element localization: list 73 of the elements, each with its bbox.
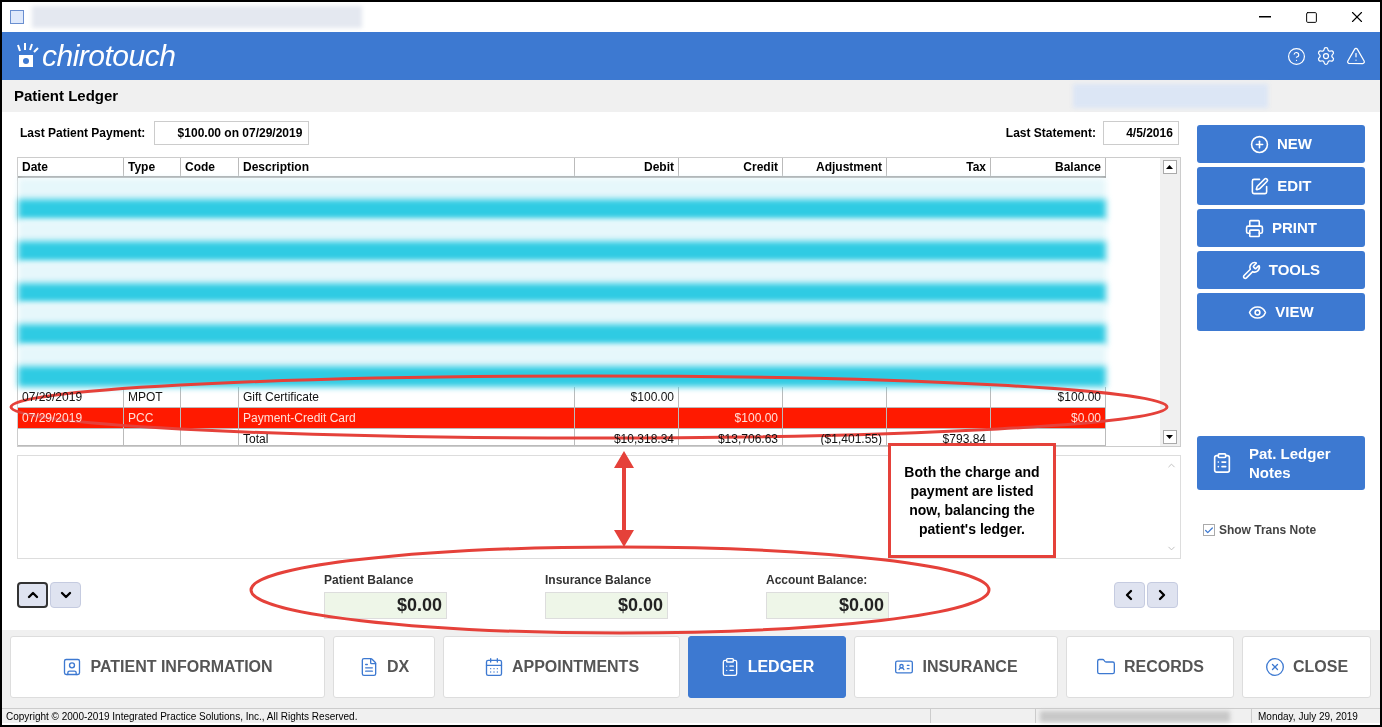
bottom-tab[interactable]: INSURANCE <box>854 636 1058 698</box>
column-header[interactable]: Code <box>181 158 239 176</box>
minimize-icon <box>1259 16 1271 18</box>
column-header[interactable]: Tax <box>887 158 991 176</box>
column-header[interactable]: Description <box>239 158 575 176</box>
bottom-tab[interactable]: DX <box>333 636 435 698</box>
page-title: Patient Ledger <box>14 85 119 106</box>
plus-circle-icon <box>1249 134 1269 154</box>
printer-icon <box>1244 218 1264 238</box>
maximize-icon <box>1304 10 1318 24</box>
bottom-tab[interactable]: LEDGER <box>688 636 846 698</box>
table-cell: $793.84 <box>942 432 986 446</box>
balance-field: $0.00 <box>545 592 668 619</box>
help-icon[interactable] <box>1287 46 1306 66</box>
bottom-tab[interactable]: CLOSE <box>1242 636 1371 698</box>
action-button[interactable]: PRINT <box>1196 209 1365 247</box>
app-icon <box>10 10 24 24</box>
table-cell: $10,318.34 <box>613 432 674 446</box>
balance-label: Patient Balance <box>324 572 415 589</box>
calendar-icon <box>483 657 504 677</box>
field-label: Last Statement: <box>1005 125 1096 142</box>
table-cell: Gift Certificate <box>243 390 320 405</box>
previous-button[interactable] <box>1113 582 1145 608</box>
balance-label: Account Balance: <box>766 572 869 589</box>
table-cell: ($1,401.55) <box>820 432 882 446</box>
scroll-up-icon <box>1166 165 1174 169</box>
balance-label: Insurance Balance <box>545 572 653 589</box>
move-up-button[interactable] <box>17 582 48 608</box>
table-cell: $100.00 <box>630 390 674 405</box>
table-cell: MPOT <box>128 390 163 405</box>
settings-icon[interactable] <box>1316 46 1336 66</box>
last-payment-field: $100.00 on 07/29/2019 <box>154 121 310 145</box>
field-label: Last Patient Payment: <box>20 125 146 142</box>
callout-box: Both the charge and payment are listed now, balancing the patient's ledger. <box>888 443 1056 558</box>
column-header[interactable]: Type <box>124 158 181 176</box>
status-date: Monday, July 29, 2019 <box>1251 709 1358 723</box>
ledger-notes-button[interactable]: Pat. Ledger Notes <box>1196 436 1365 490</box>
action-button[interactable]: TOOLS <box>1196 251 1365 289</box>
column-header[interactable]: Credit <box>679 158 783 176</box>
action-button[interactable]: NEW <box>1196 125 1365 163</box>
next-button[interactable] <box>1146 582 1178 608</box>
action-button[interactable]: VIEW <box>1196 293 1365 331</box>
table-cell: $0.00 <box>1070 411 1101 426</box>
bottom-tab[interactable]: PATIENT INFORMATION <box>10 636 325 698</box>
table-cell: 07/29/2019 <box>22 411 83 426</box>
column-header[interactable]: Adjustment <box>783 158 887 176</box>
action-button[interactable]: EDIT <box>1196 167 1365 205</box>
last-statement-field: 4/5/2016 <box>1102 121 1179 145</box>
copyright-text: Copyright © 2000-2019 Integrated Practice Solutions, Inc., All Rights Reserved. <box>5 709 359 724</box>
table-cell: Payment-Credit Card <box>243 411 356 426</box>
balance-field: $0.00 <box>324 592 447 619</box>
table-cell: Total <box>243 432 269 446</box>
bottom-tab[interactable]: APPOINTMENTS <box>443 636 680 698</box>
table-cell: $100.00 <box>734 411 778 426</box>
warning-icon[interactable] <box>1346 46 1366 66</box>
scrollbar[interactable] <box>1159 158 1180 446</box>
table-cell: $100.00 <box>1057 390 1101 405</box>
person-card-icon <box>62 657 83 677</box>
column-header[interactable]: Balance <box>991 158 1106 176</box>
scroll-down-icon <box>1166 435 1174 439</box>
edit-icon <box>1250 176 1270 196</box>
bottom-tab[interactable]: RECORDS <box>1066 636 1234 698</box>
show-trans-note-checkbox[interactable]: Show Trans Note <box>1202 521 1365 539</box>
close-icon <box>1264 657 1285 677</box>
column-header[interactable]: Date <box>18 158 124 176</box>
check-icon <box>1203 524 1214 536</box>
move-down-button[interactable] <box>50 582 81 608</box>
table-cell: PCC <box>128 411 154 426</box>
wrench-icon <box>1241 260 1261 280</box>
balance-field: $0.00 <box>766 592 889 619</box>
column-header[interactable]: Debit <box>575 158 679 176</box>
folder-icon <box>1096 657 1116 677</box>
logo: chirotouch <box>42 41 176 71</box>
